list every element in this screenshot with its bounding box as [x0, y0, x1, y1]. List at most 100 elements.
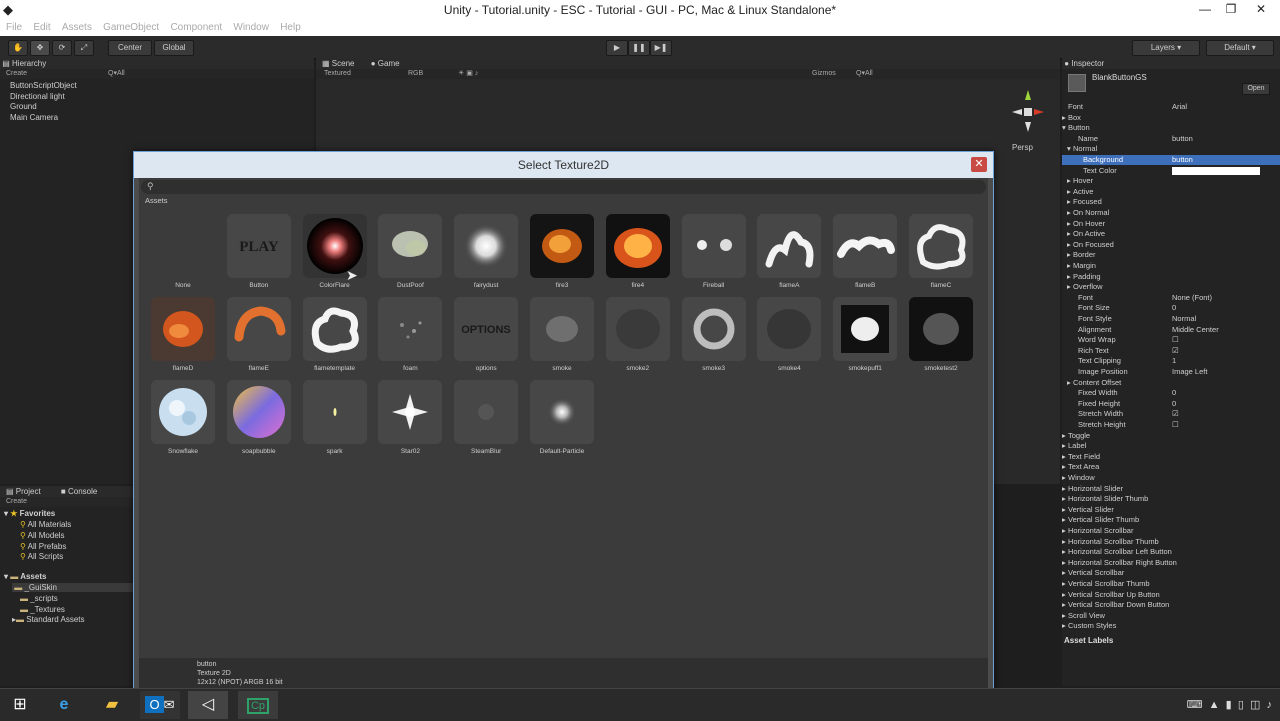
menu-file[interactable]: File	[6, 20, 22, 36]
inspector-tab[interactable]: ● Inspector	[1062, 58, 1280, 69]
pivot-global-toggle[interactable]: Global	[154, 40, 194, 56]
menu-component[interactable]: Component	[170, 20, 222, 36]
texture-item[interactable]: SteamBlur	[452, 380, 520, 458]
favorite-item[interactable]: ⚲ All Scripts	[20, 552, 63, 561]
inspector-row[interactable]: ▾ Normal	[1062, 144, 1280, 154]
texture-item[interactable]: Default-Particle	[528, 380, 596, 458]
inspector-row-value[interactable]: ☐	[1172, 420, 1179, 430]
menu-window[interactable]: Window	[233, 20, 269, 36]
inspector-row-value[interactable]: Image Left	[1172, 367, 1207, 377]
internet-explorer-icon[interactable]: e	[44, 691, 84, 719]
inspector-row[interactable]: ▸ Horizontal Scrollbar Right Button	[1062, 558, 1280, 568]
inspector-row[interactable]: Text Clipping 1	[1062, 356, 1280, 366]
inspector-row[interactable]: ▸ Vertical Slider	[1062, 505, 1280, 515]
asset-folder[interactable]: ▬ _GuiSkin	[12, 583, 135, 592]
inspector-row[interactable]: ▸ Vertical Slider Thumb	[1062, 515, 1280, 525]
inspector-row[interactable]: ▸ On Active	[1062, 229, 1280, 239]
play-button[interactable]: ▶	[606, 40, 628, 56]
hierarchy-item[interactable]: Ground	[10, 102, 37, 111]
texture-item[interactable]: smokepuff1	[831, 297, 899, 375]
favorite-item[interactable]: ⚲ All Materials	[20, 520, 71, 529]
texture-item[interactable]: ColorFlare	[301, 214, 369, 292]
step-button[interactable]: ▶❚	[650, 40, 672, 56]
inspector-row[interactable]: Fixed Height 0	[1062, 399, 1280, 409]
inspector-row-value[interactable]: 0	[1172, 399, 1176, 409]
inspector-row-value[interactable]: Normal	[1172, 314, 1196, 324]
hierarchy-search-input[interactable]: Q▾All	[108, 69, 125, 79]
minimize-button[interactable]: —	[1192, 0, 1218, 20]
inspector-row-value[interactable]: 0	[1172, 303, 1176, 313]
inspector-row[interactable]: ▸ On Focused	[1062, 240, 1280, 250]
tab-project[interactable]: ▤ Project	[6, 487, 41, 496]
scene-search-input[interactable]: Q▾All	[856, 69, 873, 79]
inspector-row[interactable]: ▸ Box	[1062, 113, 1280, 123]
maximize-button[interactable]: ❐	[1218, 0, 1244, 20]
inspector-row[interactable]: Stretch Width ☑	[1062, 409, 1280, 419]
tab-game[interactable]: ● Game	[371, 59, 400, 68]
texture-item[interactable]: foam	[376, 297, 444, 375]
inspector-row-value[interactable]: button	[1172, 134, 1193, 144]
file-explorer-icon[interactable]: ▰	[92, 691, 132, 719]
inspector-row-value[interactable]: None (Font)	[1172, 293, 1212, 303]
inspector-row-value[interactable]: ☑	[1172, 409, 1179, 419]
texture-item[interactable]: smoke	[528, 297, 596, 375]
inspector-row[interactable]: ▸ Vertical Scrollbar	[1062, 568, 1280, 578]
inspector-row-value[interactable]: Arial	[1172, 102, 1187, 112]
text-color-field[interactable]	[1172, 166, 1260, 175]
inspector-row-value[interactable]: ☑	[1172, 346, 1179, 356]
layers-dropdown[interactable]: Layers ▾	[1132, 40, 1200, 56]
inspector-row[interactable]: ▸ Focused	[1062, 197, 1280, 207]
hierarchy-item[interactable]: Main Camera	[10, 113, 58, 122]
favorite-item[interactable]: ⚲ All Prefabs	[20, 542, 66, 551]
inspector-row[interactable]: Rich Text ☑	[1062, 346, 1280, 356]
close-window-button[interactable]: ✕	[1248, 0, 1274, 20]
inspector-row[interactable]: ▸ Horizontal Scrollbar Thumb	[1062, 537, 1280, 547]
texture-item[interactable]: OPTIONS options	[452, 297, 520, 375]
inspector-row[interactable]: ▾ Button	[1062, 123, 1280, 133]
menu-help[interactable]: Help	[280, 20, 301, 36]
inspector-row[interactable]: ▸ Horizontal Slider Thumb	[1062, 494, 1280, 504]
texture-item[interactable]: flameE	[225, 297, 293, 375]
inspector-row[interactable]: ▸ Horizontal Scrollbar Left Button	[1062, 547, 1280, 557]
inspector-row-value[interactable]: button	[1172, 155, 1193, 165]
tab-console[interactable]: ■ Console	[61, 487, 97, 496]
inspector-row[interactable]: Image Position Image Left	[1062, 367, 1280, 377]
move-tool-button[interactable]: ✥	[30, 40, 50, 56]
menu-edit[interactable]: Edit	[33, 20, 50, 36]
outlook-icon[interactable]: O ✉	[140, 691, 180, 719]
inspector-row[interactable]: ▸ Horizontal Slider	[1062, 484, 1280, 494]
scale-tool-button[interactable]: ⤢	[74, 40, 94, 56]
hierarchy-create-button[interactable]: Create	[6, 70, 27, 77]
texture-item[interactable]: spark	[301, 380, 369, 458]
inspector-row[interactable]: Font None (Font)	[1062, 293, 1280, 303]
captivate-icon[interactable]: Cp	[238, 691, 278, 719]
texture-item[interactable]: soapbubble	[225, 380, 293, 458]
inspector-row-value[interactable]: Middle Center	[1172, 325, 1219, 335]
hierarchy-tab[interactable]: ▤ Hierarchy	[0, 58, 314, 69]
inspector-row[interactable]: ▸ Custom Styles	[1062, 621, 1280, 631]
asset-folder[interactable]: ▬ _scripts	[20, 594, 58, 603]
gizmos-dropdown[interactable]: Gizmos	[812, 69, 836, 79]
inspector-row[interactable]: ▸ Text Area	[1062, 462, 1280, 472]
system-tray[interactable]: ⌨ ▲ ▮ ▯ ◫ ♪	[1187, 698, 1272, 711]
hierarchy-item[interactable]: Directional light	[10, 92, 65, 101]
asset-folder[interactable]: ▬ _Textures	[20, 605, 65, 614]
texture-item[interactable]: flameA	[755, 214, 823, 292]
inspector-row[interactable]: ▸ On Normal	[1062, 208, 1280, 218]
inspector-row[interactable]: ▸ Horizontal Scrollbar	[1062, 526, 1280, 536]
texture-search-input[interactable]	[159, 181, 959, 192]
inspector-row[interactable]: Fixed Width 0	[1062, 388, 1280, 398]
inspector-row[interactable]: ▸ Scroll View	[1062, 611, 1280, 621]
inspector-row[interactable]: ▸ Content Offset	[1062, 378, 1280, 388]
render-mode-dropdown[interactable]: Textured	[324, 69, 351, 79]
channel-dropdown[interactable]: RGB	[408, 69, 423, 79]
texture-item[interactable]: flametemplate	[301, 297, 369, 375]
project-create-button[interactable]: Create	[6, 498, 27, 505]
inspector-row[interactable]: ▸ Toggle	[1062, 431, 1280, 441]
tab-scene[interactable]: ▦ Scene	[322, 59, 354, 68]
inspector-row[interactable]: Name button	[1062, 134, 1280, 144]
asset-folder[interactable]: ▸▬ Standard Assets	[12, 615, 85, 624]
pause-button[interactable]: ❚❚	[628, 40, 650, 56]
rotate-tool-button[interactable]: ⟳	[52, 40, 72, 56]
inspector-row[interactable]: ▸ Text Field	[1062, 452, 1280, 462]
